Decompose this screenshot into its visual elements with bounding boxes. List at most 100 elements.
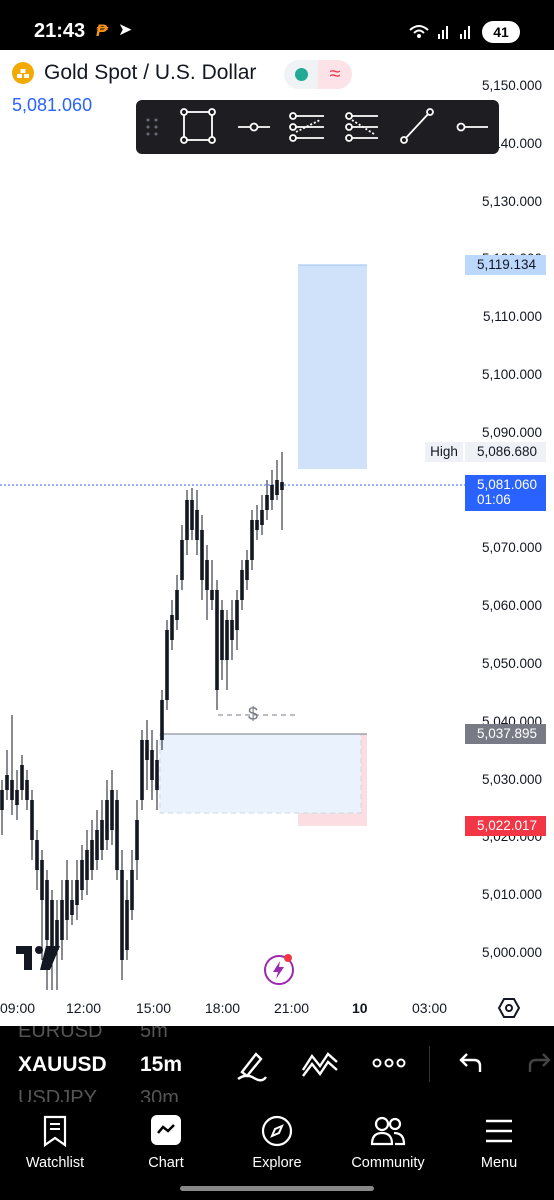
bar-countdown: 01:06 [477, 492, 511, 507]
candle-body [105, 800, 109, 840]
chart-area[interactable] [0, 50, 554, 1026]
gesture-bar [180, 1186, 374, 1191]
current-price: 5,081.060 [477, 477, 538, 492]
candle-body [90, 840, 94, 870]
candle-body [140, 740, 144, 800]
undo-icon[interactable] [456, 1050, 484, 1076]
candle-body [60, 900, 64, 940]
candle-body [80, 860, 84, 890]
candle-body [25, 780, 29, 800]
price-axis-label: 5,010.000 [481, 887, 542, 903]
trend-line-tool-icon[interactable] [400, 108, 434, 144]
price-axis-label: 5,060.000 [481, 598, 542, 614]
battery-indicator: 41 [482, 21, 520, 43]
signal-icons [409, 25, 470, 39]
next-interval[interactable]: 30m [140, 1087, 179, 1102]
fib-retracement-tool-icon[interactable] [345, 112, 378, 142]
wave-icon: ≈ [318, 60, 352, 89]
bottom-navigation[interactable]: Watchlist Chart Explore Community Menu [0, 1102, 554, 1200]
nav-community-label: Community [351, 1155, 425, 1171]
candle-body [115, 800, 119, 870]
horizontal-line-tool-icon[interactable] [238, 122, 270, 132]
nav-watchlist-label: Watchlist [25, 1155, 85, 1171]
status-time: 21:43 [34, 20, 86, 42]
nav-explore-label: Explore [252, 1155, 302, 1171]
time-axis-label: 12:00 [66, 1000, 102, 1016]
candle-body [160, 700, 164, 740]
toolbar-drag-handle-icon[interactable] [146, 118, 158, 136]
drawing-pen-icon[interactable] [232, 1046, 268, 1082]
notification-dot [284, 954, 292, 962]
candle-body [0, 790, 4, 810]
target-zone [298, 265, 367, 469]
market-status-badge[interactable]: ≈ [284, 60, 352, 89]
current-interval[interactable]: 15m [140, 1053, 182, 1077]
price-axis-label: 5,030.000 [481, 771, 542, 787]
parallel-channel-tool-icon[interactable] [289, 112, 324, 142]
price-axis-label: 5,150.000 [481, 78, 542, 93]
candle-body [100, 820, 104, 850]
current-symbol[interactable]: XAUUSD [18, 1053, 107, 1077]
chart-settings-icon[interactable] [498, 997, 520, 1019]
candle-body [230, 620, 234, 640]
indicators-icon[interactable] [300, 1048, 340, 1078]
time-axis-label: 21:00 [274, 1000, 310, 1016]
nav-chart-label: Chart [148, 1155, 184, 1171]
prev-interval[interactable]: 5m [140, 1026, 168, 1043]
candle-body [150, 750, 154, 780]
target-price-tag: 5,119.134 [465, 255, 546, 275]
symbol-title[interactable]: Gold Spot / U.S. Dollar [44, 61, 256, 85]
prev-symbol[interactable]: EURUSD [18, 1026, 102, 1043]
candle-body [135, 820, 139, 860]
price-axis-label: 5,100.000 [481, 367, 542, 382]
hamburger-menu-icon [486, 1119, 512, 1143]
community-icon [370, 1116, 406, 1146]
price-axis-label: 5,070.000 [481, 540, 542, 556]
app-notification-icon: ₱ [96, 21, 108, 40]
time-axis-label: 03:00 [412, 1000, 448, 1016]
candle-body [225, 620, 229, 660]
redo-icon[interactable] [526, 1050, 554, 1076]
gold-icon [12, 62, 34, 84]
time-axis-label: 10 [352, 1000, 368, 1016]
candle-body [215, 590, 219, 690]
candle-body [205, 560, 209, 590]
candle-body [75, 880, 79, 905]
candle-body [110, 790, 114, 830]
candle-body [235, 600, 239, 630]
candle-body [70, 900, 74, 915]
horizontal-ray-tool-icon[interactable] [456, 122, 489, 132]
tradingview-logo-icon [16, 946, 60, 970]
telegram-icon: ➤ [118, 20, 133, 39]
candle-body [20, 765, 24, 790]
price-chart[interactable] [0, 50, 554, 1026]
candle-body [200, 530, 204, 580]
candle-body [180, 540, 184, 580]
candle-body [270, 485, 274, 500]
lightning-button[interactable] [264, 954, 294, 985]
header-price: 5,081.060 [12, 95, 93, 115]
candle-body [260, 510, 264, 525]
candle-body [220, 610, 224, 660]
divider [429, 1046, 430, 1082]
candle-body [240, 570, 244, 600]
candle-body [170, 615, 174, 640]
candle-body [85, 850, 89, 880]
candle-body [265, 495, 269, 510]
next-symbol[interactable]: USDJPY [18, 1087, 97, 1102]
rectangle-tool-icon[interactable] [180, 108, 216, 144]
market-open-icon [295, 68, 308, 81]
candle-body [120, 870, 124, 960]
nav-menu[interactable]: Menu [444, 1102, 554, 1200]
status-bar: 21:43 ₱ ➤ 41 [0, 0, 554, 50]
entry-price-tag: 5,037.895 [465, 724, 546, 744]
candle-body [125, 900, 129, 950]
more-options-icon[interactable] [372, 1056, 406, 1070]
candle-body [130, 870, 134, 910]
nav-watchlist[interactable]: Watchlist [0, 1102, 110, 1200]
price-axis-label: 5,050.000 [481, 656, 542, 671]
drawing-toolbar[interactable] [136, 100, 499, 154]
chart-icon [151, 1115, 181, 1145]
symbol-bar[interactable]: EURUSD 5m XAUUSD 15m USDJPY 30m [0, 1026, 554, 1102]
candle-body [185, 500, 189, 540]
